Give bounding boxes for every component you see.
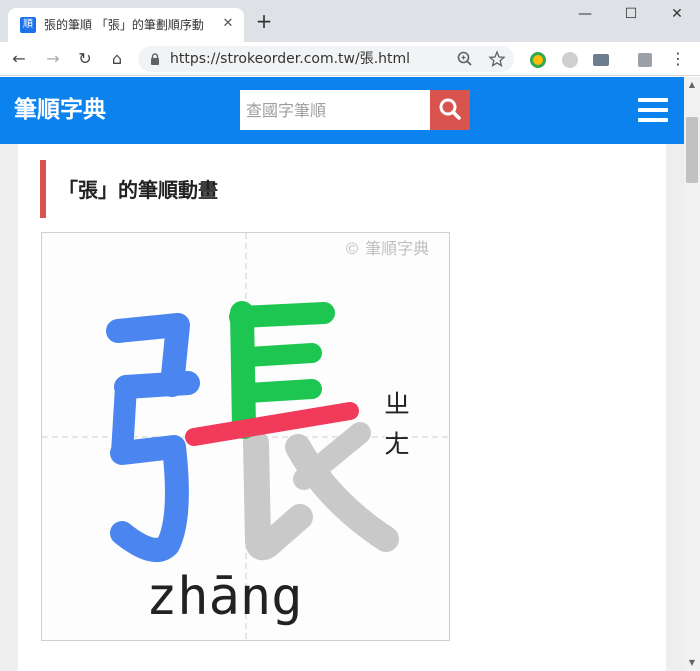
scroll-down-arrow-icon[interactable]: ▼ [684, 655, 700, 671]
reload-button[interactable]: ↻ [74, 48, 96, 70]
bookmark-star-icon[interactable] [488, 50, 506, 68]
pending-strokes [243, 422, 399, 561]
active-tab[interactable]: 順 張的筆順 「張」的筆劃順序動畫 ✕ [8, 8, 244, 42]
extension-window-icon[interactable] [638, 53, 652, 67]
home-button[interactable]: ⌂ [106, 48, 128, 70]
lock-icon[interactable] [148, 52, 162, 66]
new-tab-button[interactable]: + [254, 11, 274, 32]
back-button[interactable]: ← [8, 48, 30, 70]
watermark: © 筆順字典 [344, 239, 430, 258]
search-input[interactable] [240, 90, 430, 130]
page-scrollbar[interactable]: ▲ ▼ [684, 77, 700, 671]
forward-button[interactable]: → [42, 48, 64, 70]
tab-title: 張的筆順 「張」的筆劃順序動畫 [44, 18, 204, 32]
zhuyin-initial: ㄓ [383, 390, 410, 420]
window-close-button[interactable]: ✕ [662, 4, 692, 24]
search-button[interactable] [430, 90, 470, 130]
window-minimize-button[interactable]: — [570, 4, 600, 24]
section-heading: 「張」的筆順動畫 [58, 178, 218, 202]
address-bar[interactable]: https://strokeorder.com.tw/張.html [138, 46, 514, 72]
current-stroke [185, 402, 359, 446]
tab-close-icon[interactable]: ✕ [220, 16, 236, 32]
pinyin-label: zhāng [146, 567, 303, 627]
stroke-order-animation[interactable]: © 筆順字典 ㄓ ㄤ zhāng [41, 232, 450, 641]
bow-radical-strokes [106, 313, 200, 562]
hamburger-menu-icon[interactable] [638, 95, 668, 125]
site-logo[interactable]: 筆順字典 [14, 95, 106, 125]
zhuyin-final: ㄤ [383, 430, 410, 460]
site-header: 筆順字典 [0, 77, 684, 144]
zoom-icon[interactable] [456, 50, 474, 68]
scrollbar-thumb[interactable] [686, 117, 698, 183]
url-text[interactable]: https://strokeorder.com.tw/張.html [170, 51, 410, 67]
tab-strip: 順 張的筆順 「張」的筆劃順序動畫 ✕ + — ☐ ✕ [0, 0, 700, 42]
zhuyin-annotation: ㄓ ㄤ [374, 385, 420, 465]
search-icon [439, 98, 461, 120]
extension-screen-icon[interactable] [593, 54, 609, 66]
scroll-up-arrow-icon[interactable]: ▲ [684, 77, 700, 93]
browser-toolbar: ← → ↻ ⌂ https://strokeorder.com.tw/張.htm… [0, 42, 700, 76]
browser-menu-icon[interactable]: ⋮ [670, 48, 686, 70]
heading-accent-bar [40, 160, 46, 218]
extension-chrome-icon[interactable] [530, 52, 546, 68]
site-favicon-icon: 順 [20, 17, 36, 33]
window-maximize-button[interactable]: ☐ [616, 4, 646, 24]
extension-gray-icon[interactable] [562, 52, 578, 68]
